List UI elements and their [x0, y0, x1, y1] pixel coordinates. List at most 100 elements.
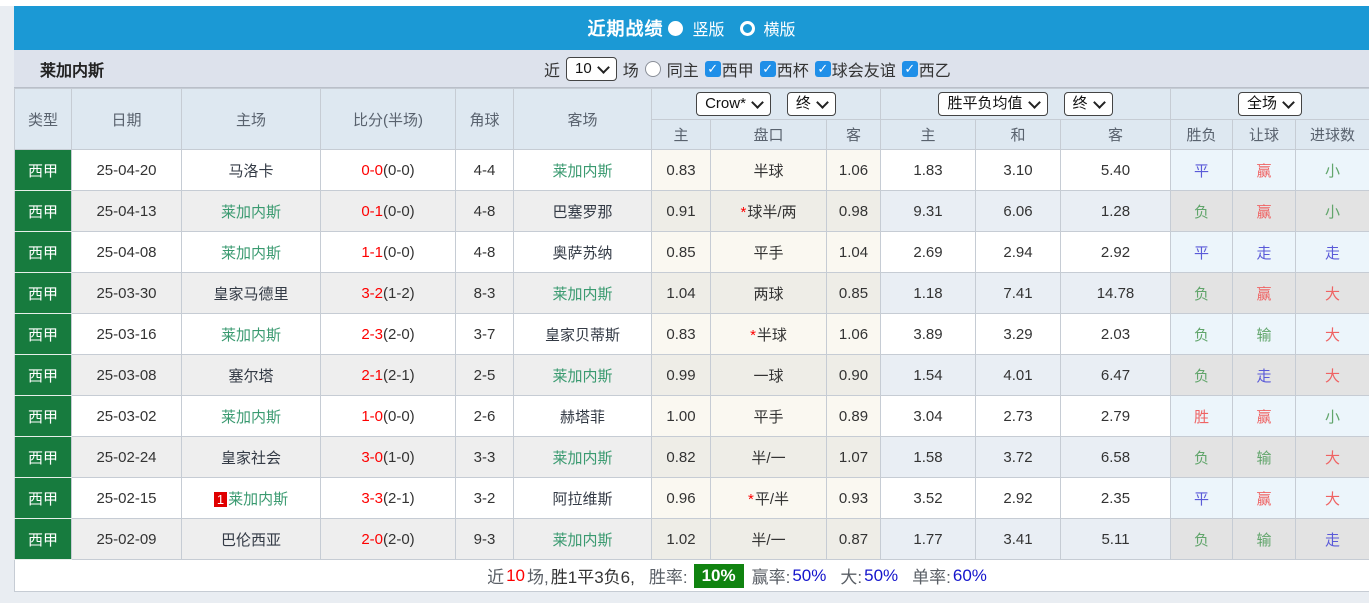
cell-home-team[interactable]: 皇家社会 — [181, 436, 321, 478]
cell-away-odds: 0.90 — [826, 354, 881, 396]
checkbox-checked-icon[interactable]: ✓ — [814, 60, 831, 77]
table-row: 西甲 25-04-13 莱加内斯 0-1(0-0) 4-8 巴塞罗那 0.91 *球半/两 0.… — [14, 190, 1369, 232]
result-group-header: 全场 — [1170, 88, 1369, 120]
cell-league-type: 西甲 — [14, 395, 72, 437]
cell-corner: 9-3 — [455, 518, 514, 560]
cell-avg-away: 5.11 — [1060, 518, 1171, 560]
cell-avg-draw: 3.10 — [975, 149, 1061, 191]
cell-home-team[interactable]: 马洛卡 — [181, 149, 321, 191]
checkbox-checked-icon[interactable]: ✓ — [704, 60, 721, 77]
cell-home-team[interactable]: 莱加内斯 — [181, 313, 321, 355]
cell-result-handicap: 输 — [1232, 436, 1296, 478]
chevron-down-icon — [1092, 96, 1106, 109]
cell-away-team[interactable]: 阿拉维斯 — [513, 477, 652, 519]
cell-home-team[interactable]: 皇家马德里 — [181, 272, 321, 314]
cell-avg-draw: 2.73 — [975, 395, 1061, 437]
radio-vertical-selected-icon[interactable] — [668, 20, 684, 36]
cell-corner: 4-8 — [455, 190, 514, 232]
results-table: 类型 日期 主场 比分(半场) 角球 客场 Crow* 终 胜平负均值 终 全场… — [14, 88, 1369, 592]
cell-away-team[interactable]: 莱加内斯 — [513, 149, 652, 191]
cell-home-odds: 0.82 — [651, 436, 711, 478]
checkbox-checked-icon[interactable]: ✓ — [759, 60, 776, 77]
same-home-label: 同主 — [666, 62, 699, 80]
cell-away-team[interactable]: 莱加内斯 — [513, 436, 652, 478]
cell-home-team[interactable]: 塞尔塔 — [181, 354, 321, 396]
league-filter-laliga[interactable]: ✓ 西甲 — [704, 57, 754, 81]
cell-away-team[interactable]: 赫塔菲 — [513, 395, 652, 437]
cell-away-team[interactable]: 莱加内斯 — [513, 272, 652, 314]
match-count-select[interactable]: 10 — [566, 56, 617, 81]
cell-handicap: 两球 — [710, 272, 827, 314]
cell-result-outcome: 负 — [1170, 313, 1233, 355]
cell-date: 25-04-08 — [71, 231, 182, 273]
cell-home-team[interactable]: 巴伦西亚 — [181, 518, 321, 560]
cell-score: 2-3(2-0) — [320, 313, 456, 355]
cell-away-team[interactable]: 巴塞罗那 — [513, 190, 652, 232]
league-filter-copa[interactable]: ✓ 西杯 — [759, 57, 809, 81]
chevron-down-icon — [816, 96, 829, 109]
avg-time-select[interactable]: 终 — [1063, 92, 1113, 116]
cell-result-outcome: 平 — [1170, 231, 1233, 273]
bookmaker-select[interactable]: Crow* — [696, 92, 771, 116]
cell-avg-away: 2.03 — [1060, 313, 1171, 355]
cell-result-handicap: 赢 — [1232, 272, 1296, 314]
same-home-checkbox[interactable] — [644, 60, 661, 77]
cell-result-goals: 小 — [1295, 395, 1369, 437]
cell-away-team[interactable]: 莱加内斯 — [513, 518, 652, 560]
panel-title-bar: 近期战绩 竖版 横版 — [14, 6, 1369, 50]
cell-league-type: 西甲 — [14, 313, 72, 355]
table-row: 西甲 25-02-09 巴伦西亚 2-0(2-0) 9-3 莱加内斯 1.02 半/一 0.87… — [14, 518, 1369, 560]
avg-odds-select[interactable]: 胜平负均值 — [938, 92, 1048, 116]
cell-avg-home: 3.04 — [880, 395, 976, 437]
radio-horizontal-icon[interactable] — [739, 20, 755, 36]
cell-avg-home: 9.31 — [880, 190, 976, 232]
asterisk-marker: * — [750, 326, 756, 344]
odds-time-select[interactable]: 终 — [786, 92, 836, 116]
col-header-avg-draw: 和 — [975, 119, 1061, 150]
league-filter-segunda[interactable]: ✓ 西乙 — [901, 57, 951, 81]
cell-away-team[interactable]: 莱加内斯 — [513, 354, 652, 396]
col-header-odds-away: 客 — [826, 119, 881, 150]
league-filter-friendly[interactable]: ✓ 球会友谊 — [814, 57, 896, 81]
cell-away-team[interactable]: 皇家贝蒂斯 — [513, 313, 652, 355]
cell-league-type: 西甲 — [14, 190, 72, 232]
col-header-corner: 角球 — [455, 88, 514, 150]
summary-win-label: 赢率: — [751, 568, 791, 587]
fulltime-select[interactable]: 全场 — [1237, 92, 1302, 116]
cell-home-team[interactable]: 莱加内斯 — [181, 190, 321, 232]
filter-controls: 近 10 场 同主 ✓ 西甲 ✓ 西杯 ✓ 球会友谊 ✓ 西乙 — [544, 50, 951, 87]
cell-home-odds: 0.85 — [651, 231, 711, 273]
col-header-away: 客场 — [513, 88, 652, 150]
radio-vertical-label[interactable]: 竖版 — [692, 16, 724, 40]
summary-count: 10 — [506, 565, 526, 585]
cell-result-handicap: 输 — [1232, 518, 1296, 560]
cell-handicap: 平手 — [710, 395, 827, 437]
odds-group-header: Crow* 终 — [651, 88, 881, 120]
cell-result-goals: 大 — [1295, 477, 1369, 519]
chevron-down-icon — [1282, 96, 1295, 109]
cell-avg-home: 1.18 — [880, 272, 976, 314]
cell-away-team[interactable]: 奥萨苏纳 — [513, 231, 652, 273]
col-header-home: 主场 — [181, 88, 321, 150]
cell-home-odds: 0.91 — [651, 190, 711, 232]
cell-result-goals: 小 — [1295, 149, 1369, 191]
cell-avg-home: 1.83 — [880, 149, 976, 191]
summary-games-label: 场, — [527, 568, 549, 587]
cell-date: 25-04-20 — [71, 149, 182, 191]
filter-bar: 莱加内斯 近 10 场 同主 ✓ 西甲 ✓ 西杯 ✓ 球会友谊 ✓ 西乙 — [14, 50, 1369, 88]
cell-result-outcome: 负 — [1170, 272, 1233, 314]
summary-single-value: 60% — [952, 565, 987, 585]
cell-home-team[interactable]: 莱加内斯 — [181, 231, 321, 273]
cell-avg-away: 6.58 — [1060, 436, 1171, 478]
chevron-down-icon — [596, 60, 610, 74]
col-header-odds-home: 主 — [651, 119, 711, 150]
cell-home-odds: 1.04 — [651, 272, 711, 314]
cell-away-odds: 1.06 — [826, 149, 881, 191]
cell-corner: 3-3 — [455, 436, 514, 478]
cell-league-type: 西甲 — [14, 354, 72, 396]
checkbox-checked-icon[interactable]: ✓ — [901, 60, 918, 77]
cell-result-handicap: 输 — [1232, 313, 1296, 355]
cell-home-team[interactable]: 1 莱加内斯 — [181, 477, 321, 519]
radio-horizontal-label[interactable]: 横版 — [764, 16, 796, 40]
cell-home-team[interactable]: 莱加内斯 — [181, 395, 321, 437]
